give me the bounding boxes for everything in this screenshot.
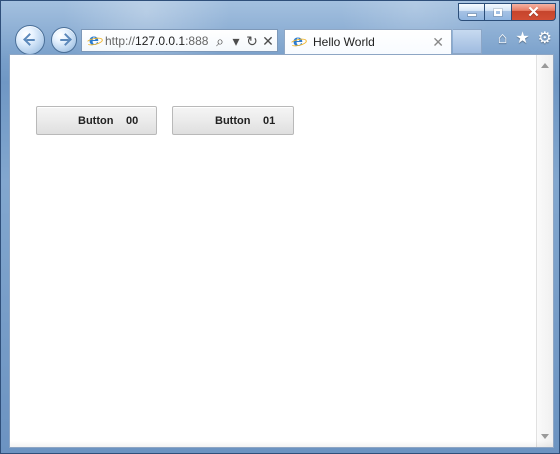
minimize-button[interactable] [458,3,485,21]
home-icon[interactable]: ⌂ [498,31,508,47]
address-suffix: :888 [185,33,209,48]
new-tab-button[interactable] [453,29,482,54]
button-label: Button [215,114,251,127]
gear-icon[interactable]: ⚙ [538,31,552,47]
browser-window: ✕ e http://127.0.0.1:888 ⌕ ▾ ↻ ✕ e Hello… [0,0,560,454]
button-label: Button [78,114,114,127]
scroll-down-icon[interactable] [541,434,549,439]
scroll-up-icon[interactable] [541,63,549,68]
tab-hello-world[interactable]: e Hello World ✕ [284,29,452,54]
page-viewport: Button 00 Button 01 [9,54,554,448]
vertical-scrollbar[interactable] [536,55,553,447]
maximize-icon [494,8,502,16]
button-value: 01 [263,114,276,127]
address-prefix: http:// [105,33,136,48]
minimize-icon [467,13,476,16]
browser-right-icons: ⌂ ★ ⚙ [498,31,552,47]
back-button[interactable] [15,25,45,55]
chevron-down-icon[interactable]: ▾ [230,34,242,48]
tab-title: Hello World [313,35,375,49]
button-00[interactable]: Button 00 [36,106,157,135]
window-caption-buttons: ✕ [458,3,556,21]
button-value: 00 [126,114,139,127]
viewport-bottom-shadow [10,441,553,447]
star-icon[interactable]: ★ [515,31,529,47]
close-icon[interactable]: ✕ [262,34,274,48]
close-window-button[interactable]: ✕ [512,3,556,21]
internet-explorer-icon: e [85,31,104,48]
tab-close-icon[interactable]: ✕ [432,35,444,49]
address-host: 127.0.0.1 [135,33,186,48]
refresh-icon[interactable]: ↻ [246,34,258,48]
address-url[interactable]: http://127.0.0.1:888 [105,34,213,48]
back-arrow-icon [23,33,37,47]
close-window-icon: ✕ [527,3,540,21]
address-bar[interactable]: e http://127.0.0.1:888 ⌕ ▾ ↻ ✕ [81,29,278,52]
forward-arrow-icon [57,33,71,47]
maximize-button[interactable] [485,3,512,21]
address-tools: ⌕ ▾ ↻ ✕ [214,34,274,48]
forward-button[interactable] [51,27,77,53]
search-icon[interactable]: ⌕ [214,34,226,48]
tab-internet-explorer-icon: e [289,33,308,49]
button-01[interactable]: Button 01 [172,106,294,135]
